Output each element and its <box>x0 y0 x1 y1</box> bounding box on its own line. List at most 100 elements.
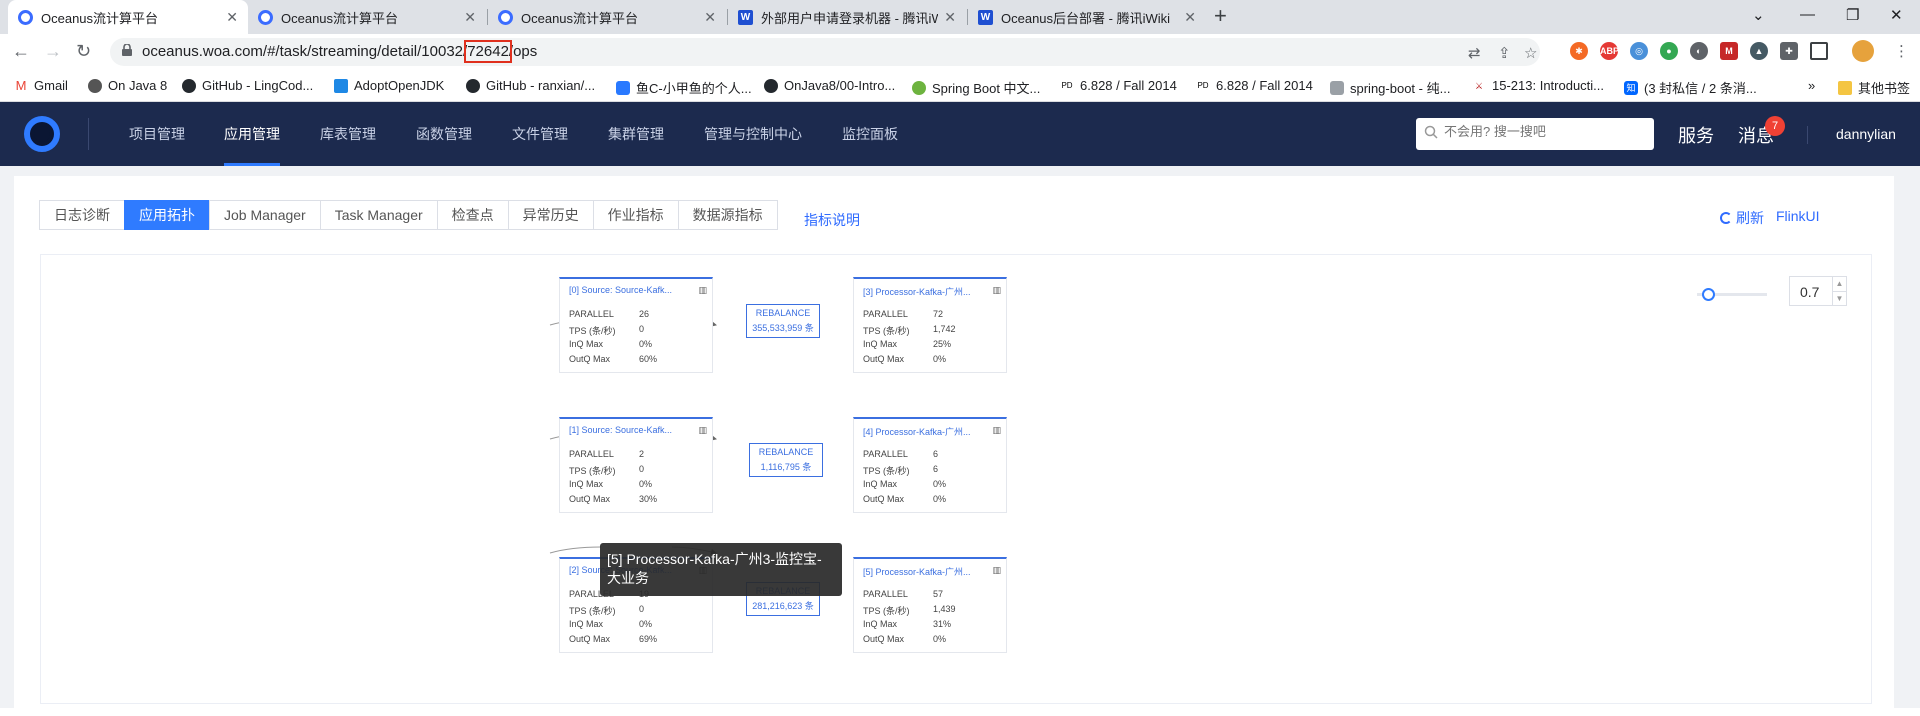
browser-tab-3[interactable]: Oceanus流计算平台 ✕ <box>488 0 726 34</box>
tab-checkpoints[interactable]: 检查点 <box>436 200 509 230</box>
service-menu[interactable]: 服务 <box>1678 122 1714 148</box>
node-title[interactable]: [3] Processor-Kafka-广州... <box>863 285 991 298</box>
zoom-down-arrow-icon[interactable]: ▼ <box>1832 291 1846 305</box>
zoom-input[interactable]: 0.7 ▲ ▼ <box>1789 276 1847 306</box>
edge-label-1[interactable]: REBALANCE 1,116,795 条 <box>749 443 823 477</box>
omnibox[interactable]: oceanus.woa.com/#/task/streaming/detail/… <box>110 38 1540 66</box>
bookmark-15213[interactable]: ⚔ 15-213: Introducti... <box>1472 78 1604 93</box>
tab-exception-history[interactable]: 异常历史 <box>507 200 594 230</box>
nav-app-management[interactable]: 应用管理 <box>224 102 280 166</box>
extensions-puzzle-icon[interactable]: ✚ <box>1780 42 1798 60</box>
bookmark-github-ranxian[interactable]: GitHub - ranxian/... <box>466 78 595 93</box>
bookmark-onjava8-intro[interactable]: OnJava8/00-Intro... <box>764 78 895 93</box>
close-tab-icon[interactable]: ✕ <box>944 9 956 26</box>
browser-tab-5[interactable]: W Oceanus后台部署 - 腾讯iWiki ✕ <box>968 0 1206 34</box>
bookmark-6828-a[interactable]: PD 6.828 / Fall 2014 <box>1060 78 1177 93</box>
flinkui-link[interactable]: FlinkUI <box>1776 208 1820 224</box>
tab-search-chevron-icon[interactable]: ⌄ <box>1752 6 1765 24</box>
minimize-icon[interactable]: — <box>1800 6 1815 23</box>
tab-task-manager[interactable]: Task Manager <box>319 200 438 230</box>
browser-menu-icon[interactable]: ⋮ <box>1894 42 1909 60</box>
node-row: InQ Max 25% <box>863 339 951 349</box>
nav-control-center[interactable]: 管理与控制中心 <box>704 102 802 166</box>
bookmark-github-lingcod[interactable]: GitHub - LingCod... <box>182 78 313 93</box>
bar-chart-icon[interactable]: ▥ <box>992 565 1001 576</box>
tab-source-metrics[interactable]: 数据源指标 <box>677 200 778 230</box>
extension-4-icon[interactable]: ● <box>1660 42 1678 60</box>
close-window-icon[interactable]: ✕ <box>1890 6 1903 24</box>
operator-node-4[interactable]: [4] Processor-Kafka-广州... ▥ PARALLEL 6 TP… <box>853 417 1007 513</box>
bar-chart-icon[interactable]: ▥ <box>698 285 707 296</box>
nav-cluster-management[interactable]: 集群管理 <box>608 102 664 166</box>
extension-5-icon[interactable]: ◐ <box>1690 42 1708 60</box>
bookmark-gmail[interactable]: M Gmail <box>14 78 68 93</box>
extension-3-icon[interactable]: ◎ <box>1630 42 1648 60</box>
zoom-up-arrow-icon[interactable]: ▲ <box>1832 277 1846 291</box>
extension-7-icon[interactable]: ▲ <box>1750 42 1768 60</box>
adblock-extension-icon[interactable]: ABP <box>1600 42 1619 60</box>
bookmark-star-icon[interactable]: ☆ <box>1524 44 1537 62</box>
node-row: TPS (条/秒) 0 <box>569 464 644 477</box>
oceanus-logo-icon[interactable] <box>24 116 60 152</box>
bookmark-other-folder[interactable]: 其他书签 <box>1838 78 1910 97</box>
bookmark-6828-b[interactable]: PD 6.828 / Fall 2014 <box>1196 78 1313 93</box>
nav-monitor-dashboard[interactable]: 监控面板 <box>842 102 898 166</box>
forward-arrow-icon[interactable]: → <box>44 41 62 62</box>
close-tab-icon[interactable]: ✕ <box>704 9 716 26</box>
bookmark-spring-boot[interactable]: spring-boot - 纯... <box>1330 78 1450 97</box>
browser-tab-2[interactable]: Oceanus流计算平台 ✕ <box>248 0 486 34</box>
bookmark-springboot[interactable]: Spring Boot 中文... <box>912 78 1040 97</box>
nav-file-management[interactable]: 文件管理 <box>512 102 568 166</box>
url-highlighted-job-id: 72642 <box>464 40 512 63</box>
zoom-slider-handle[interactable] <box>1702 288 1715 301</box>
nav-project-management[interactable]: 项目管理 <box>129 102 185 166</box>
metrics-help-link[interactable]: 指标说明 <box>804 210 860 230</box>
url-text[interactable]: oceanus.woa.com/#/task/streaming/detail/… <box>142 40 537 63</box>
operator-node-1[interactable]: [1] Source: Source-Kafk... ▥ PARALLEL 2 T… <box>559 417 713 513</box>
browser-tab-1[interactable]: Oceanus流计算平台 ✕ <box>8 0 248 34</box>
node-title[interactable]: [1] Source: Source-Kafk... <box>569 425 697 435</box>
browser-tab-4[interactable]: W 外部用户申请登录机器 - 腾讯iW ✕ <box>728 0 966 34</box>
operator-node-0[interactable]: [0] Source: Source-Kafk... ▥ PARALLEL 26 … <box>559 277 713 373</box>
extension-6-icon[interactable]: M <box>1720 42 1738 60</box>
close-tab-icon[interactable]: ✕ <box>226 9 238 26</box>
extension-1-icon[interactable]: ✱ <box>1570 42 1588 60</box>
edge-label-0[interactable]: REBALANCE 355,533,959 条 <box>746 304 820 338</box>
bar-chart-icon[interactable]: ▥ <box>698 425 707 436</box>
tab-app-topology[interactable]: 应用拓扑 <box>124 200 210 230</box>
search-input[interactable] <box>1444 124 1644 139</box>
bookmark-adoptopenjdk[interactable]: AdoptOpenJDK <box>334 78 444 93</box>
bookmark-zhihu[interactable]: 知 (3 封私信 / 2 条消... <box>1624 78 1757 97</box>
profile-avatar[interactable] <box>1852 40 1874 62</box>
node-row: InQ Max 0% <box>863 479 946 489</box>
tab-log-diagnosis[interactable]: 日志诊断 <box>39 200 125 230</box>
back-arrow-icon[interactable]: ← <box>12 41 30 62</box>
tab-job-metrics[interactable]: 作业指标 <box>592 200 679 230</box>
share-icon[interactable]: ⇪ <box>1498 44 1511 62</box>
bar-chart-icon[interactable]: ▥ <box>992 425 1001 436</box>
translate-icon[interactable]: ⇄ <box>1468 44 1481 62</box>
header-search[interactable] <box>1416 118 1654 150</box>
bookmark-fishc[interactable]: 鱼C-小甲鱼的个人... <box>616 78 752 97</box>
operator-node-5[interactable]: [5] Processor-Kafka-广州... ▥ PARALLEL 57 T… <box>853 557 1007 653</box>
node-row: TPS (条/秒) 6 <box>863 464 938 477</box>
side-panel-icon[interactable] <box>1810 42 1828 60</box>
reload-icon[interactable]: ↻ <box>76 41 91 62</box>
close-tab-icon[interactable]: ✕ <box>464 9 476 26</box>
node-title[interactable]: [5] Processor-Kafka-广州... <box>863 565 991 578</box>
close-tab-icon[interactable]: ✕ <box>1184 9 1196 26</box>
tab-job-manager[interactable]: Job Manager <box>209 200 321 230</box>
operator-node-3[interactable]: [3] Processor-Kafka-广州... ▥ PARALLEL 72 T… <box>853 277 1007 373</box>
user-name[interactable]: dannylian <box>1836 126 1896 142</box>
node-title[interactable]: [0] Source: Source-Kafk... <box>569 285 697 295</box>
nav-function-management[interactable]: 函数管理 <box>416 102 472 166</box>
node-title[interactable]: [4] Processor-Kafka-广州... <box>863 425 991 438</box>
bookmarks-overflow-chevron-icon[interactable]: » <box>1808 78 1815 93</box>
bookmark-onjava8[interactable]: On Java 8 <box>88 78 167 93</box>
restore-icon[interactable]: ❐ <box>1846 6 1859 24</box>
refresh-button[interactable]: 刷新 <box>1720 208 1764 228</box>
bar-chart-icon[interactable]: ▥ <box>992 285 1001 296</box>
address-toolbar: ← → ↻ oceanus.woa.com/#/task/streaming/d… <box>0 34 1920 70</box>
nav-table-management[interactable]: 库表管理 <box>320 102 376 166</box>
new-tab-icon[interactable]: + <box>1214 3 1227 29</box>
